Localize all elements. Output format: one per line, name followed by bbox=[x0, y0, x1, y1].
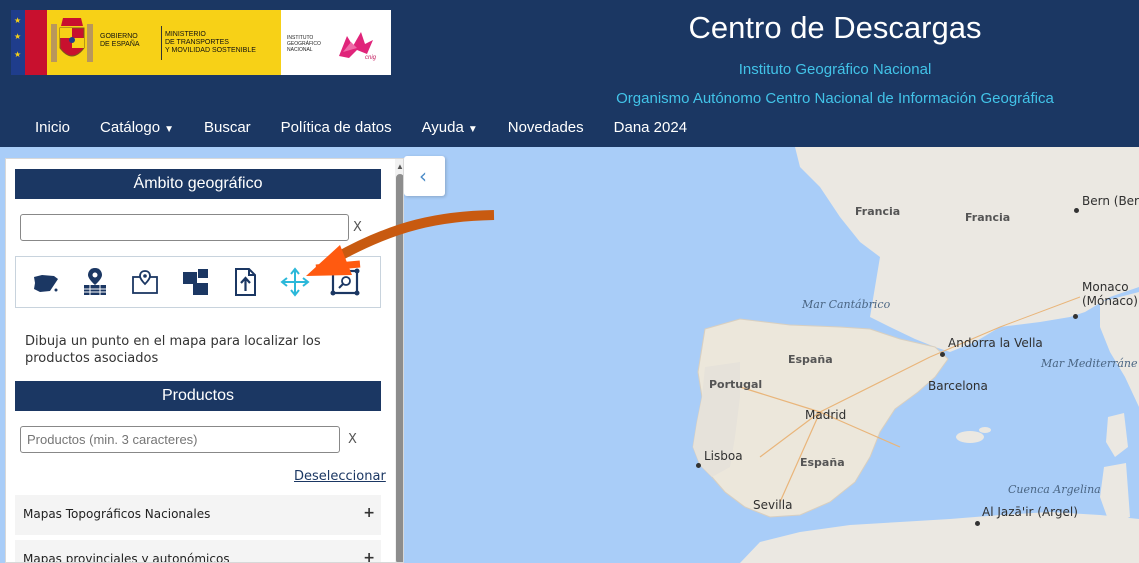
nav-item-novedades[interactable]: Novedades bbox=[493, 112, 599, 144]
nav-item-ayuda[interactable]: Ayuda ▼ bbox=[407, 112, 493, 144]
eu-star-icon: ★ bbox=[14, 16, 22, 25]
ambito-toolbar bbox=[15, 256, 381, 308]
ambito-header: Ámbito geográfico bbox=[15, 169, 381, 199]
map-label: Portugal bbox=[709, 378, 763, 391]
main-nav: Inicio Catálogo ▼ Buscar Política de dato… bbox=[20, 112, 702, 144]
city-marker bbox=[1073, 314, 1078, 319]
nav-label: Novedades bbox=[507, 119, 584, 136]
map-point-icon[interactable] bbox=[128, 265, 162, 299]
ministerio-line2: DE TRANSPORTES bbox=[165, 39, 229, 46]
chevron-down-icon: ▼ bbox=[164, 124, 174, 135]
city-marker bbox=[975, 521, 980, 526]
ministerio-line1: MINISTERIO bbox=[165, 31, 206, 38]
cnig-mark: cnig bbox=[365, 55, 377, 61]
nav-item-dana-2024[interactable]: Dana 2024 bbox=[599, 112, 702, 144]
category-row[interactable]: Mapas provinciales y autonómicos + bbox=[15, 540, 381, 563]
map-label: Sevilla bbox=[753, 498, 793, 512]
chevron-down-icon: ▼ bbox=[467, 124, 478, 135]
productos-clear-button[interactable]: X bbox=[348, 432, 357, 447]
nav-item-politica-datos[interactable]: Política de datos bbox=[266, 112, 407, 144]
ign-text: INSTITUTO GEOGRÁFICO NACIONAL bbox=[287, 35, 321, 53]
city-marker bbox=[696, 463, 701, 468]
nav-label: Buscar bbox=[203, 119, 251, 136]
productos-header: Productos bbox=[15, 381, 381, 411]
gobierno-text: GOBIERNO DE ESPAÑA bbox=[100, 33, 140, 48]
map-label: Mar Mediterráne bbox=[1041, 357, 1138, 370]
eu-star-icon: ★ bbox=[14, 32, 22, 41]
spain-flag-stripe bbox=[25, 10, 47, 75]
subtitle-cnig-link[interactable]: Organismo Autónomo Centro Nacional de In… bbox=[560, 90, 1110, 107]
map-label: Barcelona bbox=[928, 379, 988, 393]
map-label: Bern (Bern) bbox=[1082, 194, 1139, 208]
map-label: Lisboa bbox=[704, 449, 743, 463]
productos-search-input[interactable] bbox=[20, 426, 340, 453]
map-label: Cuenca Argelina bbox=[1008, 483, 1101, 496]
city-marker bbox=[1074, 208, 1079, 213]
category-row[interactable]: Mapas Topográficos Nacionales + bbox=[15, 495, 381, 535]
expand-icon[interactable]: + bbox=[363, 550, 375, 562]
deselect-link[interactable]: Deseleccionar bbox=[294, 469, 386, 484]
sheet-grid-icon[interactable] bbox=[178, 265, 212, 299]
ambito-help-text: Dibuja un punto en el mapa para localiza… bbox=[25, 334, 321, 366]
ambito-search-input[interactable] bbox=[20, 214, 349, 241]
map-label: Mar Cantábrico bbox=[802, 298, 891, 311]
move-arrows-icon[interactable] bbox=[278, 265, 312, 299]
chevron-left-icon: ‹ bbox=[419, 164, 427, 188]
site-header: ★ ★ ★ GOBIERNO DE ESPAÑA MINISTERIO DE T… bbox=[0, 0, 1139, 147]
scroll-thumb[interactable] bbox=[396, 174, 403, 562]
ministerio-line3: Y MOVILIDAD SOSTENIBLE bbox=[165, 47, 256, 54]
subtitle-ign-link[interactable]: Instituto Geográfico Nacional bbox=[620, 61, 1050, 78]
coat-of-arms-icon bbox=[51, 18, 93, 62]
side-panel: Ámbito geográfico X Dibuja un punto en e… bbox=[5, 158, 404, 563]
map-label: (Mónaco) bbox=[1082, 294, 1138, 308]
expand-icon[interactable]: + bbox=[363, 505, 375, 521]
nav-item-inicio[interactable]: Inicio bbox=[20, 112, 85, 144]
nav-label: Ayuda bbox=[421, 119, 464, 136]
logo-divider bbox=[161, 26, 162, 60]
city-marker bbox=[940, 352, 945, 357]
map-label: Madrid bbox=[805, 408, 847, 422]
eu-star-icon: ★ bbox=[14, 50, 22, 59]
nav-item-catalogo[interactable]: Catálogo ▼ bbox=[85, 112, 189, 144]
ambito-clear-button[interactable]: X bbox=[353, 220, 362, 235]
government-logo[interactable]: ★ ★ ★ GOBIERNO DE ESPAÑA MINISTERIO DE T… bbox=[11, 10, 391, 75]
nav-label: Catálogo bbox=[100, 119, 161, 136]
collapse-panel-button[interactable]: ‹ bbox=[404, 156, 445, 196]
nav-item-buscar[interactable]: Buscar bbox=[189, 112, 266, 144]
municipality-marker-icon[interactable] bbox=[78, 265, 112, 299]
nav-label: Dana 2024 bbox=[613, 119, 688, 136]
map-label: Francia bbox=[965, 211, 1011, 224]
upload-file-icon[interactable] bbox=[228, 265, 262, 299]
category-label: Mapas Topográficos Nacionales bbox=[23, 507, 211, 521]
panel-scrollbar[interactable]: ▲ bbox=[395, 159, 403, 562]
search-extent-icon[interactable] bbox=[328, 265, 362, 299]
map-label: España bbox=[800, 456, 845, 469]
nav-label: Inicio bbox=[35, 119, 71, 136]
page-title: Centro de Descargas bbox=[688, 10, 982, 45]
map-label: España bbox=[788, 353, 833, 366]
map-label: Monaco bbox=[1082, 280, 1129, 294]
nav-label: Política de datos bbox=[280, 119, 392, 136]
map-label: Al Jazā'ir (Argel) bbox=[982, 505, 1078, 519]
map-label: Andorra la Vella bbox=[948, 336, 1043, 350]
spain-map-icon[interactable] bbox=[28, 265, 62, 299]
map-label: Francia bbox=[855, 205, 901, 218]
category-label: Mapas provinciales y autonómicos bbox=[23, 552, 230, 563]
scroll-up-icon[interactable]: ▲ bbox=[396, 162, 403, 171]
